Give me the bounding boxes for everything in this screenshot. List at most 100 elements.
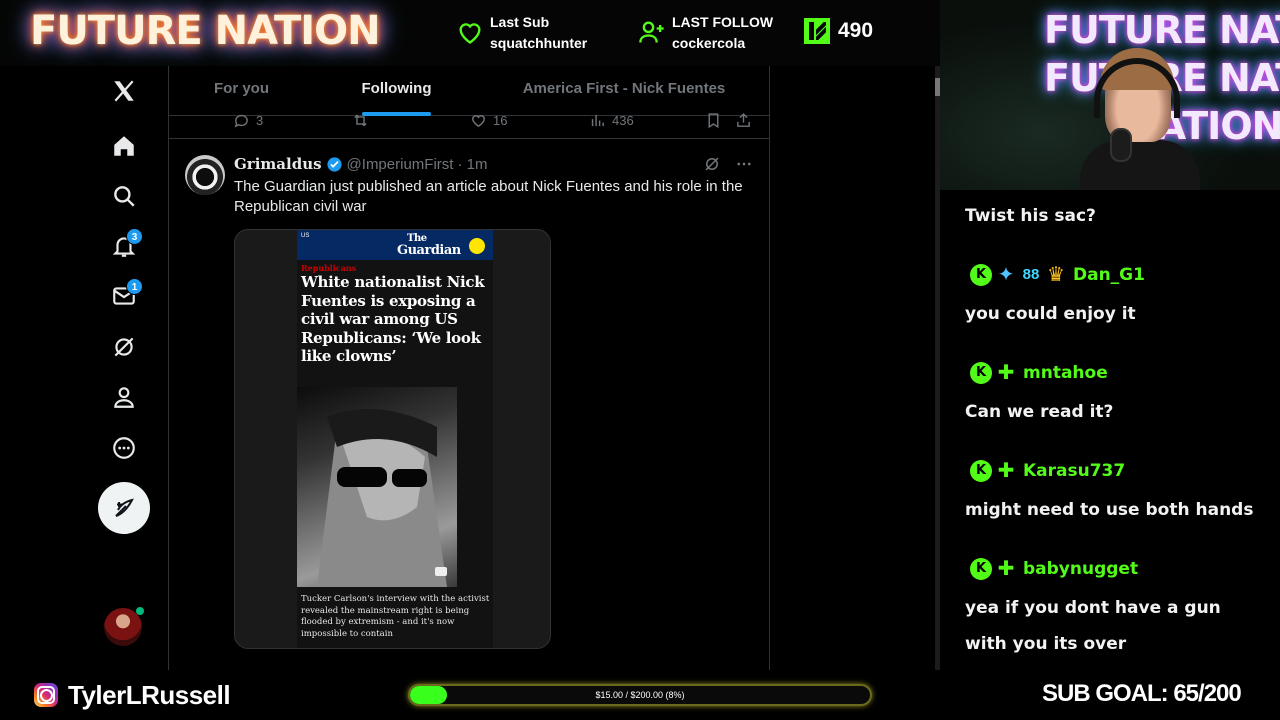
- verified-badge-icon: [326, 156, 342, 172]
- x-app-window: 3 1 For you Following America First - Ni…: [0, 66, 940, 670]
- grok-icon[interactable]: [703, 155, 721, 173]
- viewer-count: 490: [838, 19, 874, 42]
- last-follow-label: LAST FOLLOW: [672, 14, 774, 30]
- sub-badge-icon: ✚: [997, 362, 1015, 384]
- heart-outline-icon: [472, 115, 485, 128]
- article-kicker: Republicans: [301, 263, 357, 273]
- tweet-menu: [703, 155, 753, 173]
- analytics-icon: [591, 114, 604, 127]
- feather-icon: [115, 498, 134, 517]
- donation-goal-bar: $15.00 / $200.00 (8%): [408, 684, 872, 706]
- messages-badge: 1: [126, 278, 143, 295]
- chat-message-text: might need to use both hands: [965, 500, 1254, 520]
- more-icon[interactable]: [735, 155, 753, 173]
- nav-messages[interactable]: 1: [104, 276, 144, 316]
- heart-icon: [459, 23, 481, 44]
- sub-badge-icon: 88: [1022, 266, 1040, 283]
- views-button[interactable]: 436: [589, 112, 634, 129]
- chat-message-user: K ✚ Karasu737: [970, 459, 1125, 483]
- article-caption: Tucker Carlson's interview with the acti…: [301, 594, 490, 639]
- share-button[interactable]: [735, 112, 752, 129]
- repost-icon: [354, 114, 367, 127]
- prev-tweet-actions: 3 16 436: [169, 112, 769, 132]
- tab-following[interactable]: Following: [324, 66, 469, 116]
- repost-button[interactable]: [352, 112, 369, 129]
- tweet-media-card[interactable]: US The Guardian Republicans White nation…: [234, 229, 551, 649]
- chat-message-user: K ✚ babynugget: [970, 557, 1138, 581]
- x-logo-icon: [114, 80, 134, 102]
- tweet-text: The Guardian just published an article a…: [234, 178, 743, 215]
- guardian-article-screenshot: US The Guardian Republicans White nation…: [297, 230, 493, 648]
- chat-message-text: you could enjoy it: [965, 304, 1136, 324]
- tab-for-you[interactable]: For you: [169, 66, 314, 116]
- chat-username[interactable]: Dan_G1: [1073, 265, 1145, 285]
- more-circle-icon: [113, 437, 135, 459]
- like-button[interactable]: 16: [470, 112, 507, 129]
- chat-message-text: Twist his sac?: [965, 206, 1096, 226]
- online-status-dot: [136, 607, 144, 615]
- instagram-icon: [34, 683, 58, 707]
- person-icon: [114, 387, 134, 408]
- donation-goal-text: $15.00 / $200.00 (8%): [595, 690, 685, 700]
- nav-home[interactable]: [104, 126, 144, 166]
- nav-explore[interactable]: [104, 176, 144, 216]
- sub-badge-icon: ✚: [997, 558, 1015, 580]
- sub-goal-text: SUB GOAL: 65/200: [1042, 680, 1242, 707]
- chat-message-user: K ✚ mntahoe: [970, 361, 1108, 385]
- bookmark-button[interactable]: [705, 112, 722, 129]
- microphone-icon: [1110, 128, 1132, 162]
- last-follow-widget: LAST FOLLOW cockercola: [638, 12, 773, 54]
- guardian-logo-line2: Guardian: [397, 243, 461, 258]
- nav-notifications[interactable]: 3: [104, 226, 144, 266]
- chat-username[interactable]: Karasu737: [1023, 461, 1125, 481]
- compose-post-button[interactable]: [98, 482, 150, 534]
- nav-x-logo[interactable]: [104, 71, 144, 111]
- kick-badge-icon: K: [970, 362, 992, 384]
- notifications-badge: 3: [126, 228, 143, 245]
- grok-icon: [114, 337, 134, 357]
- tweet-author-name[interactable]: Grimaldus: [234, 155, 322, 173]
- neon-sign-line-1: FUTURE NATION: [1044, 8, 1280, 52]
- reply-button[interactable]: 3: [233, 112, 263, 129]
- tweet-author-avatar[interactable]: [185, 155, 225, 195]
- chat-message-text: yea if you dont have a gun with you its …: [965, 598, 1221, 654]
- bookmark-icon: [708, 113, 719, 129]
- kick-logo-icon: [804, 18, 830, 44]
- tweet[interactable]: Grimaldus @ImperiumFirst · 1m The Guardi…: [169, 139, 769, 670]
- chat-username[interactable]: mntahoe: [1023, 363, 1108, 383]
- article-photo: [297, 387, 457, 587]
- tweet-timestamp[interactable]: · 1m: [457, 156, 487, 173]
- nav-profile[interactable]: [104, 377, 144, 417]
- nav-grok[interactable]: [104, 327, 144, 367]
- webcam-feed: FUTURE NATION FUTURE NATION NATION: [940, 0, 1280, 190]
- reply-count: 3: [256, 113, 264, 128]
- search-icon: [114, 186, 135, 207]
- region-label: US: [301, 233, 310, 239]
- article-headline: White nationalist Nick Fuentes is exposi…: [301, 273, 485, 365]
- last-sub-label: Last Sub: [490, 14, 550, 30]
- stream-overlay-topbar: FUTURE NATION Last Sub squatchhunter LAS…: [0, 0, 940, 66]
- streamer-shirt: [1080, 140, 1200, 190]
- timeline-tabs: For you Following America First - Nick F…: [169, 66, 769, 116]
- kick-badge-icon: K: [970, 558, 992, 580]
- tweet-author-handle[interactable]: @ImperiumFirst: [347, 156, 454, 173]
- tab-list[interactable]: America First - Nick Fuentes: [509, 66, 739, 116]
- kick-viewer-count: 490: [804, 18, 873, 44]
- kick-badge-icon: K: [970, 264, 992, 286]
- view-count: 436: [612, 113, 634, 128]
- menu-icon: [469, 238, 485, 254]
- stream-overlay-bottombar: TylerLRussell $15.00 / $200.00 (8%) SUB …: [0, 670, 1280, 720]
- left-nav: 3 1: [0, 66, 168, 670]
- tweet-header: Grimaldus @ImperiumFirst · 1m: [234, 155, 487, 173]
- reply-icon: [234, 114, 248, 128]
- nav-more[interactable]: [104, 428, 144, 468]
- timeline-column: For you Following America First - Nick F…: [168, 66, 770, 670]
- home-icon: [114, 136, 134, 156]
- share-icon: [737, 113, 750, 127]
- portrait-illustration: [317, 409, 447, 587]
- like-count: 16: [493, 113, 508, 128]
- last-follow-name: cockercola: [672, 35, 746, 51]
- last-sub-name: squatchhunter: [490, 35, 588, 51]
- chat-username[interactable]: babynugget: [1023, 559, 1138, 579]
- camera-icon: [435, 567, 447, 576]
